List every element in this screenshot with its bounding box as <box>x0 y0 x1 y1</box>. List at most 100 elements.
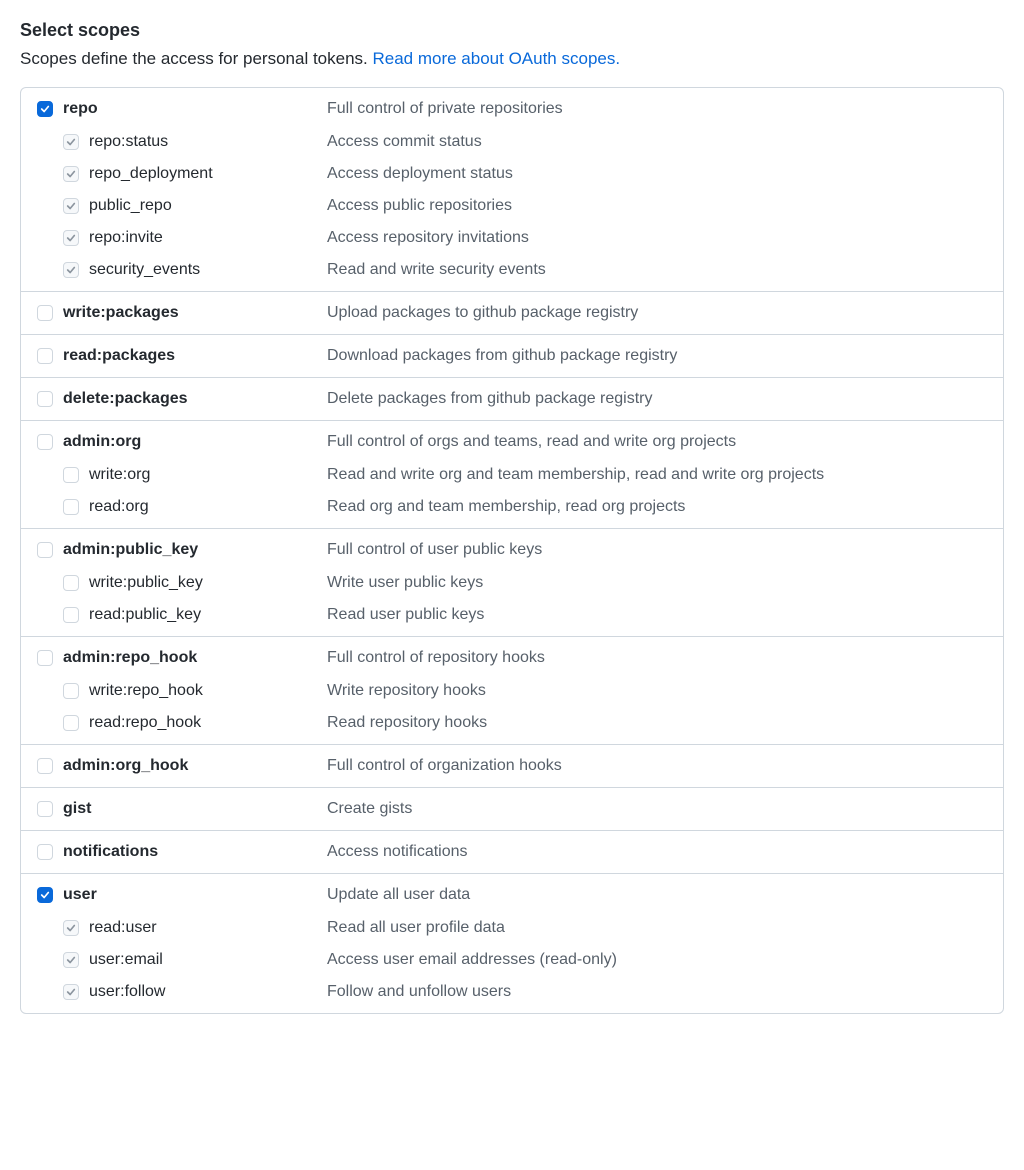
scope-group: admin:orgFull control of orgs and teams,… <box>21 420 1003 528</box>
scope-checkbox-security-events[interactable] <box>63 262 79 278</box>
scope-group: admin:public_keyFull control of user pub… <box>21 528 1003 636</box>
scope-label[interactable]: notifications <box>63 843 158 861</box>
scope-label[interactable]: write:repo_hook <box>89 682 203 700</box>
scope-checkbox-cell: security_events <box>37 261 327 279</box>
scope-group: delete:packagesDelete packages from gith… <box>21 377 1003 420</box>
scope-group: read:packagesDownload packages from gith… <box>21 334 1003 377</box>
scope-label[interactable]: repo:invite <box>89 229 163 247</box>
scopes-list: repo Full control of private repositories… <box>20 87 1004 1014</box>
scope-description: Full control of organization hooks <box>327 757 562 775</box>
scope-row-delete-packages: delete:packagesDelete packages from gith… <box>21 378 1003 420</box>
scope-label[interactable]: admin:org <box>63 433 141 451</box>
scope-label[interactable]: repo <box>63 100 98 118</box>
scope-checkbox-cell: write:org <box>37 466 327 484</box>
scope-label[interactable]: admin:org_hook <box>63 757 188 775</box>
scope-checkbox-write-repo-hook[interactable] <box>63 683 79 699</box>
scope-row-admin-public-key: admin:public_keyFull control of user pub… <box>21 529 1003 567</box>
scope-checkbox-read-packages[interactable] <box>37 348 53 364</box>
scope-label[interactable]: security_events <box>89 261 200 279</box>
scope-checkbox-gist[interactable] <box>37 801 53 817</box>
scope-checkbox-user-follow[interactable] <box>63 984 79 1000</box>
scope-checkbox-cell: public_repo <box>37 197 327 215</box>
scope-checkbox-read-repo-hook[interactable] <box>63 715 79 731</box>
scope-checkbox-public-repo[interactable] <box>63 198 79 214</box>
scope-checkbox-repo-invite[interactable] <box>63 230 79 246</box>
scope-checkbox-read-public-key[interactable] <box>63 607 79 623</box>
scope-checkbox-cell: admin:org_hook <box>37 757 327 775</box>
scope-checkbox-delete-packages[interactable] <box>37 391 53 407</box>
scope-label[interactable]: admin:repo_hook <box>63 649 197 667</box>
scope-label[interactable]: read:user <box>89 919 157 937</box>
scope-row-public-repo: public_repo Access public repositories <box>21 190 1003 222</box>
scope-label[interactable]: write:packages <box>63 304 179 322</box>
scope-label[interactable]: repo_deployment <box>89 165 213 183</box>
scope-description: Full control of repository hooks <box>327 649 545 667</box>
scope-description: Follow and unfollow users <box>327 983 511 1001</box>
scope-label[interactable]: read:packages <box>63 347 175 365</box>
scope-label[interactable]: write:org <box>89 466 150 484</box>
scope-description: Create gists <box>327 800 412 818</box>
scope-checkbox-read-user[interactable] <box>63 920 79 936</box>
scope-row-repo-deployment: repo_deploymentAccess deployment status <box>21 158 1003 190</box>
scope-description: Read org and team membership, read org p… <box>327 498 685 516</box>
scope-row-read-packages: read:packagesDownload packages from gith… <box>21 335 1003 377</box>
scope-row-read-repo-hook: read:repo_hookRead repository hooks <box>21 707 1003 744</box>
scope-description: Update all user data <box>327 886 470 904</box>
section-title: Select scopes <box>20 20 1004 41</box>
scope-checkbox-write-org[interactable] <box>63 467 79 483</box>
scope-label[interactable]: user:follow <box>89 983 165 1001</box>
scope-description: Access user email addresses (read-only) <box>327 951 617 969</box>
scope-label[interactable]: user <box>63 886 97 904</box>
scope-label[interactable]: public_repo <box>89 197 172 215</box>
scope-checkbox-repo-status[interactable] <box>63 134 79 150</box>
scope-label[interactable]: read:repo_hook <box>89 714 201 732</box>
scope-row-write-packages: write:packagesUpload packages to github … <box>21 292 1003 334</box>
scope-checkbox-write-public-key[interactable] <box>63 575 79 591</box>
scope-description: Access public repositories <box>327 197 512 215</box>
scope-label[interactable]: read:org <box>89 498 149 516</box>
scope-checkbox-read-org[interactable] <box>63 499 79 515</box>
scope-checkbox-write-packages[interactable] <box>37 305 53 321</box>
scope-checkbox-repo[interactable] <box>37 101 53 117</box>
scope-checkbox-cell: repo:status <box>37 133 327 151</box>
scope-checkbox-cell: read:public_key <box>37 606 327 624</box>
oauth-scopes-link[interactable]: Read more about OAuth scopes. <box>372 49 620 68</box>
scope-row-user: user Update all user data <box>21 874 1003 912</box>
scope-checkbox-admin-org[interactable] <box>37 434 53 450</box>
scope-label[interactable]: delete:packages <box>63 390 188 408</box>
scope-label[interactable]: write:public_key <box>89 574 203 592</box>
scope-row-repo-invite: repo:inviteAccess repository invitations <box>21 222 1003 254</box>
scope-checkbox-admin-public-key[interactable] <box>37 542 53 558</box>
scope-row-admin-repo-hook: admin:repo_hook Full control of repositor… <box>21 637 1003 675</box>
scope-row-user-follow: user:follow Follow and unfollow users <box>21 976 1003 1013</box>
scope-label[interactable]: user:email <box>89 951 163 969</box>
scope-label[interactable]: read:public_key <box>89 606 201 624</box>
scope-row-repo: repo Full control of private repositories <box>21 88 1003 126</box>
scope-checkbox-admin-org-hook[interactable] <box>37 758 53 774</box>
scope-checkbox-user[interactable] <box>37 887 53 903</box>
scope-row-repo-status: repo:statusAccess commit status <box>21 126 1003 158</box>
scope-group: write:packagesUpload packages to github … <box>21 291 1003 334</box>
scope-description: Full control of private repositories <box>327 100 563 118</box>
scope-row-notifications: notificationsAccess notifications <box>21 831 1003 873</box>
scope-row-read-user: read:userRead all user profile data <box>21 912 1003 944</box>
scope-checkbox-cell: notifications <box>37 843 327 861</box>
scope-label[interactable]: admin:public_key <box>63 541 198 559</box>
scope-description: Write user public keys <box>327 574 483 592</box>
scope-checkbox-cell: read:packages <box>37 347 327 365</box>
scope-row-write-public-key: write:public_key Write user public keys <box>21 567 1003 599</box>
scope-checkbox-admin-repo-hook[interactable] <box>37 650 53 666</box>
scope-checkbox-cell: gist <box>37 800 327 818</box>
scope-group: admin:org_hook Full control of organizati… <box>21 744 1003 787</box>
scope-row-security-events: security_events Read and write security e… <box>21 254 1003 291</box>
scope-checkbox-repo-deployment[interactable] <box>63 166 79 182</box>
scope-checkbox-cell: admin:org <box>37 433 327 451</box>
scope-label[interactable]: repo:status <box>89 133 168 151</box>
scope-description: Read and write security events <box>327 261 546 279</box>
scope-checkbox-user-email[interactable] <box>63 952 79 968</box>
scope-checkbox-cell: read:org <box>37 498 327 516</box>
scope-label[interactable]: gist <box>63 800 91 818</box>
scope-checkbox-notifications[interactable] <box>37 844 53 860</box>
scope-row-admin-org: admin:orgFull control of orgs and teams,… <box>21 421 1003 459</box>
scope-row-user-email: user:email Access user email addresses (r… <box>21 944 1003 976</box>
